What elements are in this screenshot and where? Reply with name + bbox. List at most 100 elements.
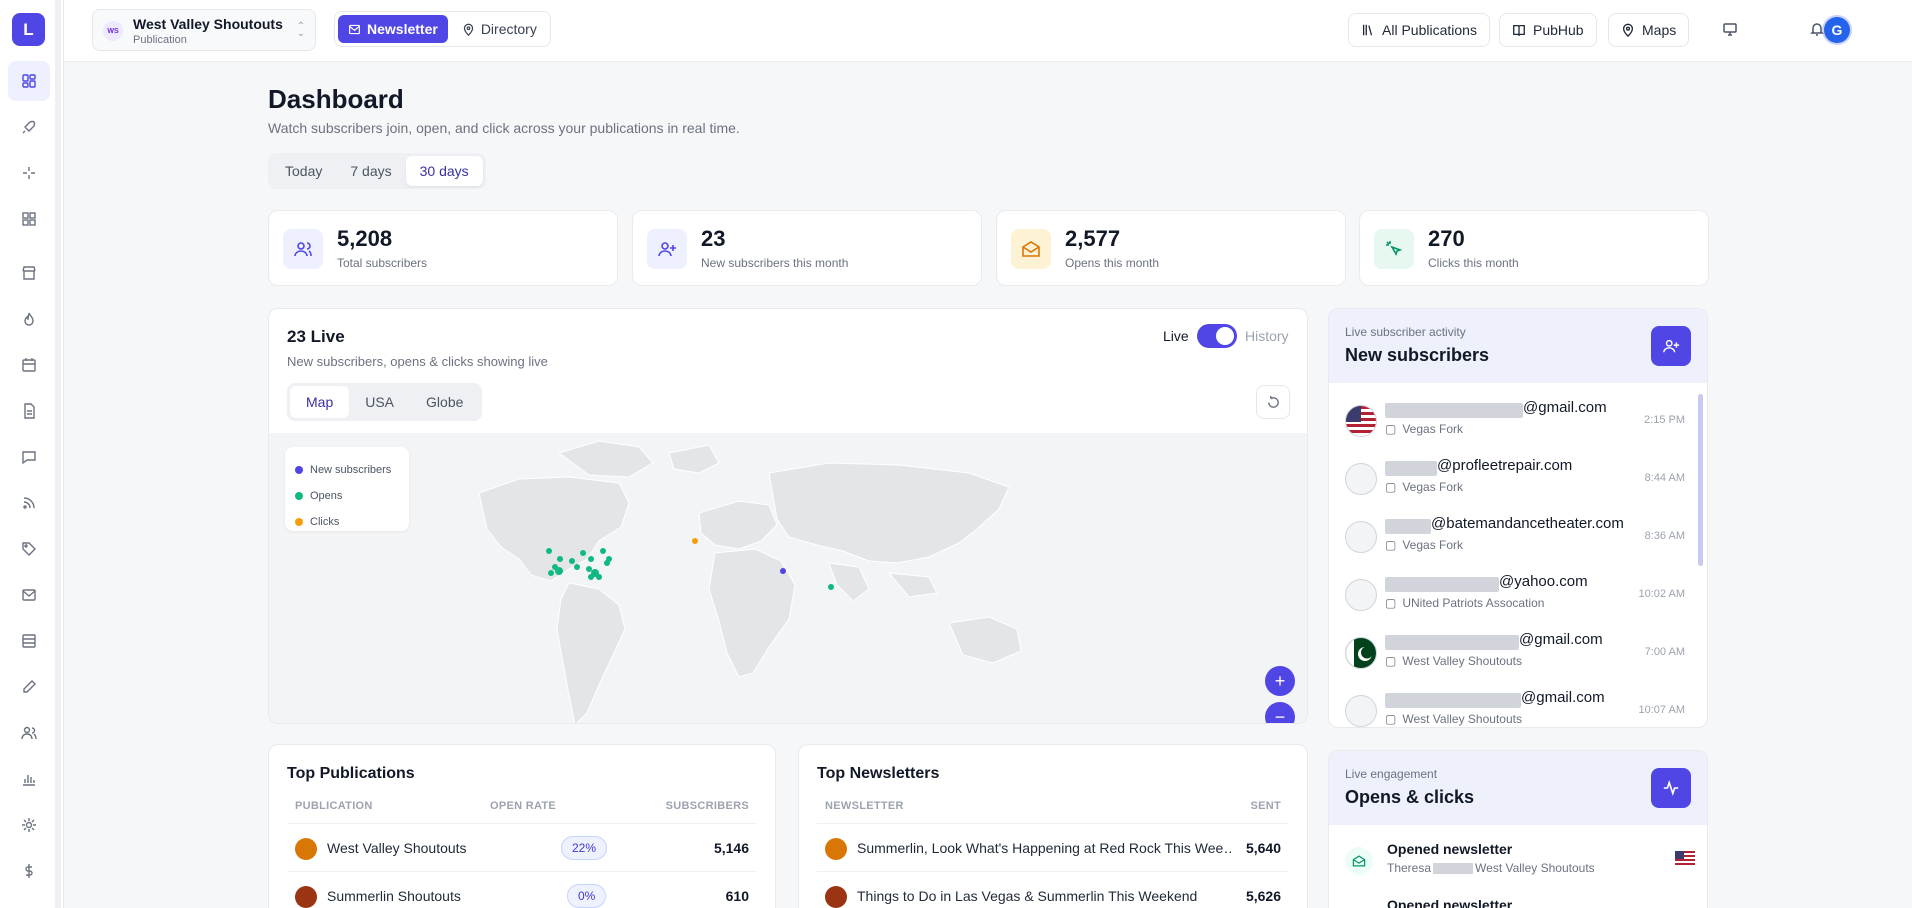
redacted-name bbox=[1433, 863, 1474, 875]
book-icon: ▢ bbox=[1385, 480, 1397, 494]
list-item[interactable]: Opened newsletter Theresa West Valley Sho… bbox=[1345, 841, 1695, 885]
publication-type: Publication bbox=[133, 34, 187, 46]
dashboard-icon[interactable] bbox=[8, 61, 50, 101]
stat-label: Total subscribers bbox=[337, 256, 428, 270]
table-row[interactable]: Summerlin, Look What's Happening at Red … bbox=[817, 823, 1289, 871]
stat-total-subscribers: 5,208 Total subscribers bbox=[268, 210, 618, 286]
live-history-toggle[interactable] bbox=[1197, 324, 1237, 348]
app-logo[interactable]: L bbox=[12, 13, 45, 46]
redacted-email bbox=[1385, 461, 1437, 476]
subscriber-publication: ▢ Vegas Fork bbox=[1385, 538, 1463, 552]
sparkle-icon[interactable] bbox=[8, 153, 50, 193]
sidebar-scrollbar[interactable] bbox=[55, 0, 61, 908]
broken-image-icon bbox=[1345, 521, 1377, 553]
users-icon bbox=[283, 229, 323, 269]
refresh-button[interactable] bbox=[1256, 385, 1290, 419]
mail-icon[interactable] bbox=[8, 575, 50, 615]
publication-label: Vegas Fork bbox=[1402, 422, 1464, 436]
list-item[interactable]: @profleetrepair.com ▢ Vegas Fork 8:44 AM bbox=[1345, 453, 1685, 509]
tab-usa[interactable]: USA bbox=[349, 386, 410, 418]
range-7-days[interactable]: 7 days bbox=[336, 156, 405, 186]
settings-sparkle-icon[interactable] bbox=[8, 805, 50, 845]
legend-dot bbox=[295, 492, 303, 500]
engagement-title: Opened newsletter bbox=[1387, 841, 1513, 857]
map-view-tabs: Map USA Globe bbox=[287, 383, 483, 421]
subscriber-email: @yahoo.com bbox=[1499, 573, 1588, 590]
topbar: WS West Valley Shoutouts Publication ⌃ ⌄ … bbox=[64, 0, 1912, 62]
all-publications-button[interactable]: All Publications bbox=[1348, 13, 1490, 47]
stat-label: Clicks this month bbox=[1428, 256, 1519, 270]
rss-icon[interactable] bbox=[8, 483, 50, 523]
book-icon bbox=[1513, 24, 1525, 37]
range-30-days[interactable]: 30 days bbox=[405, 156, 483, 186]
tab-directory[interactable]: Directory bbox=[452, 15, 547, 43]
publication-selector[interactable]: WS West Valley Shoutouts Publication ⌃ ⌄ bbox=[92, 9, 316, 51]
chat-icon[interactable] bbox=[8, 437, 50, 477]
document-icon[interactable] bbox=[8, 391, 50, 431]
subscriber-time: 7:00 AM bbox=[1644, 646, 1685, 658]
store-icon[interactable] bbox=[8, 253, 50, 293]
subscriber-publication: ▢ West Valley Shoutouts bbox=[1385, 712, 1522, 726]
subscriber-publication: ▢ West Valley Shoutouts bbox=[1385, 654, 1522, 668]
panel-kicker: Live subscriber activity bbox=[1345, 325, 1466, 339]
activity-icon bbox=[1663, 780, 1679, 796]
publication-badge: WS bbox=[103, 21, 123, 41]
pin-icon bbox=[463, 23, 473, 36]
top-newsletters-title: Top Newsletters bbox=[817, 765, 940, 782]
mode-switch: Newsletter Directory bbox=[334, 11, 551, 47]
book-icon: ▢ bbox=[1385, 538, 1397, 552]
subscriber-email: @batemandancetheater.com bbox=[1431, 515, 1624, 532]
chart-icon[interactable] bbox=[8, 759, 50, 799]
live-map-card: 23 Live New subscribers, opens & clicks … bbox=[268, 308, 1308, 724]
range-today[interactable]: Today bbox=[271, 156, 336, 186]
pen-icon[interactable] bbox=[8, 667, 50, 707]
tag-icon[interactable] bbox=[8, 529, 50, 569]
table-row[interactable]: Summerlin Shoutouts 0% 610 bbox=[287, 871, 757, 908]
apps-icon[interactable] bbox=[8, 199, 50, 239]
legend-dot bbox=[295, 518, 303, 526]
col-sent: SENT bbox=[1250, 800, 1281, 812]
new-subscribers-scrollbar[interactable] bbox=[1698, 394, 1703, 566]
zoom-out-button[interactable]: − bbox=[1265, 702, 1295, 723]
list-item[interactable]: @gmail.com ▢ West Valley Shoutouts 7:00 A… bbox=[1345, 627, 1685, 683]
tab-map[interactable]: Map bbox=[290, 386, 350, 418]
list-item[interactable]: @gmail.com ▢ West Valley Shoutouts 10:07 … bbox=[1345, 685, 1685, 727]
broken-image-icon bbox=[1345, 463, 1377, 495]
new-subscribers-panel: Live subscriber activity New subscribers… bbox=[1328, 308, 1708, 728]
newsletter-logo bbox=[825, 838, 847, 860]
zoom-in-button[interactable]: + bbox=[1265, 666, 1295, 696]
flame-icon[interactable] bbox=[8, 299, 50, 339]
rocket-icon[interactable] bbox=[8, 107, 50, 147]
chevron-updown-icon: ⌃ ⌄ bbox=[296, 21, 305, 39]
publication-label: UNited Patriots Assocation bbox=[1402, 596, 1545, 610]
dollar-icon[interactable] bbox=[8, 851, 50, 891]
add-subscriber-button[interactable] bbox=[1651, 326, 1691, 366]
open-rate-badge: 0% bbox=[567, 884, 607, 908]
newsletter-name: Summerlin, Look What's Happening at Red … bbox=[857, 840, 1231, 856]
tab-newsletter[interactable]: Newsletter bbox=[338, 15, 448, 43]
list-item[interactable]: @batemandancetheater.com ▢ Vegas Fork 8:3… bbox=[1345, 511, 1685, 567]
publication-name: Summerlin Shoutouts bbox=[327, 888, 461, 904]
table-row[interactable]: Things to Do in Las Vegas & Summerlin Th… bbox=[817, 871, 1289, 908]
panel-title: New subscribers bbox=[1345, 345, 1490, 365]
library-icon bbox=[1362, 24, 1373, 36]
monitor-icon[interactable] bbox=[1718, 17, 1742, 41]
tab-globe[interactable]: Globe bbox=[410, 386, 479, 418]
top-publications-title: Top Publications bbox=[287, 765, 415, 782]
pubhub-button[interactable]: PubHub bbox=[1499, 13, 1597, 47]
list-item[interactable]: Opened newsletter bbox=[1345, 897, 1695, 908]
new-subscribers-header: Live subscriber activity New subscribers bbox=[1329, 309, 1707, 383]
layout-icon[interactable] bbox=[8, 621, 50, 661]
history-label[interactable]: History bbox=[1245, 328, 1289, 344]
publication-logo bbox=[295, 886, 317, 908]
table-row[interactable]: West Valley Shoutouts 22% 5,146 bbox=[287, 823, 757, 871]
users-icon[interactable] bbox=[8, 713, 50, 753]
world-map[interactable]: New subscribers Opens Clicks + − bbox=[269, 433, 1307, 723]
publication-name: West Valley Shoutouts bbox=[133, 16, 283, 32]
activity-button[interactable] bbox=[1651, 768, 1691, 808]
calendar-icon[interactable] bbox=[8, 345, 50, 385]
list-item[interactable]: @yahoo.com ▢ UNited Patriots Assocation 1… bbox=[1345, 569, 1685, 625]
bell-icon[interactable] bbox=[1805, 17, 1829, 41]
maps-button[interactable]: Maps bbox=[1608, 13, 1690, 47]
list-item[interactable]: @gmail.com ▢ Vegas Fork 2:15 PM bbox=[1345, 395, 1685, 451]
